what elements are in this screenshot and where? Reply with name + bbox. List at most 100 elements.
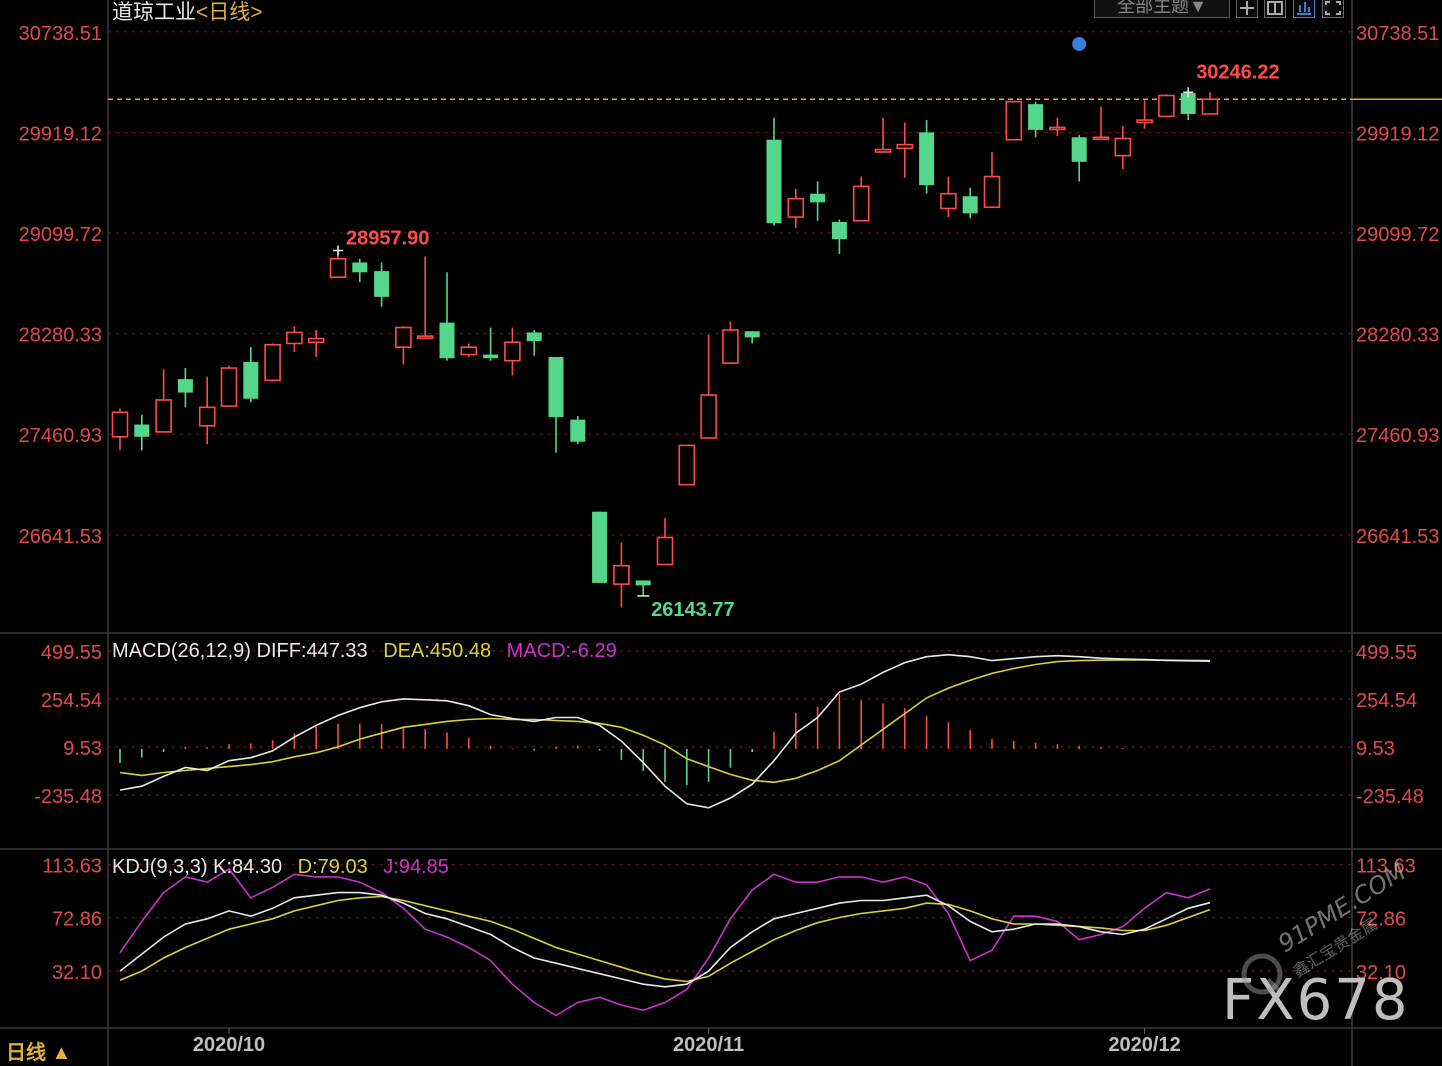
kdj-y-tick-left: 113.63 <box>42 855 102 877</box>
candle-body-down <box>1028 104 1044 130</box>
candle <box>1005 100 1023 141</box>
candle <box>678 444 696 486</box>
kdj-legend-title: KDJ(9,3,3) <box>112 856 208 878</box>
candle-body-up <box>940 192 957 210</box>
layout-icon[interactable] <box>1264 0 1286 18</box>
fullscreen-icon-glyph <box>1325 1 1341 15</box>
price-y-tick-right: 27460.93 <box>1356 425 1439 447</box>
price-y-tick-right: 29099.72 <box>1356 224 1439 246</box>
candle-body-up <box>613 564 630 585</box>
kdj-legend-k: K:84.30 <box>213 856 283 878</box>
candle <box>592 511 608 583</box>
candle-body-up <box>264 343 281 382</box>
high-annotation-label: 28957.90 <box>346 227 429 249</box>
date-tick-label: 2020/12 <box>1108 1034 1180 1056</box>
candle-body-up <box>852 185 870 222</box>
kdj-legend-d: D:79.03 <box>297 856 368 878</box>
macd-y-tick-right: 9.53 <box>1356 738 1395 760</box>
macd-y-tick-left: 9.53 <box>63 738 102 760</box>
macd-y-tick-left: 254.54 <box>41 690 102 712</box>
candle-body-down <box>919 132 935 186</box>
candle-body-down <box>134 424 150 437</box>
candle-body-up <box>329 257 347 279</box>
price-y-tick-right: 30738.51 <box>1356 23 1439 45</box>
kdj-legend: KDJ(9,3,3) K:84.30 D:79.03 J:94.85 <box>112 856 449 879</box>
candle-body-up <box>286 331 303 345</box>
kdj-y-tick-left: 72.86 <box>52 909 102 931</box>
macd-y-tick-left: 499.55 <box>41 642 102 664</box>
crosshair-icon-glyph <box>1240 1 1254 15</box>
candle-body-up <box>1005 100 1023 141</box>
candle-body-down <box>374 271 390 297</box>
candle-body-up <box>722 329 739 364</box>
candle-body-up <box>1114 137 1132 157</box>
candle-body-up <box>983 175 1001 209</box>
candle-body-up <box>395 326 412 348</box>
candle-body-down <box>831 221 847 240</box>
fullscreen-icon[interactable] <box>1322 0 1344 18</box>
candle-body-down <box>548 357 564 418</box>
date-tick-label: 2020/11 <box>673 1034 744 1056</box>
price-y-tick-left: 27460.93 <box>19 425 102 447</box>
chart-title: 道琼工业<日线> <box>112 0 263 26</box>
date-tick-label: 2020/10 <box>193 1034 265 1056</box>
candle-body-up <box>874 148 892 153</box>
candle-body-up <box>198 406 216 427</box>
macd-legend-dea: DEA:450.48 <box>383 640 492 662</box>
candle-body-down <box>1071 137 1087 162</box>
candle <box>1158 94 1175 118</box>
candle-body-down <box>526 332 542 342</box>
event-marker-dot <box>1072 36 1087 51</box>
candle-body-down <box>962 196 978 214</box>
candle <box>570 415 586 445</box>
price-y-tick-left: 29099.72 <box>19 224 102 246</box>
chart-stage: 30738.51 30738.51 29919.12 29919.12 29099.72… <box>0 0 1442 1066</box>
period-label: <日线> <box>196 1 263 24</box>
period-selector[interactable]: 日线 ▲ <box>6 1036 71 1065</box>
candle-body-up <box>678 444 696 486</box>
macd-y-tick-right: 254.54 <box>1356 690 1417 712</box>
kdj-y-tick-left: 32.10 <box>52 962 102 984</box>
candle-body-up <box>1136 119 1153 124</box>
watermark-logo-icon <box>1241 953 1283 995</box>
chart-type-icon[interactable] <box>1293 0 1315 18</box>
price-y-tick-right: 26641.53 <box>1356 526 1439 548</box>
candle-body-down <box>177 379 193 393</box>
candle <box>264 343 281 382</box>
price-y-tick-right: 29919.12 <box>1356 123 1439 145</box>
macd-legend-diff: DIFF:447.33 <box>256 640 368 662</box>
macd-legend-macd: MACD:-6.29 <box>506 640 617 662</box>
candle-body-down <box>243 361 259 399</box>
candle-body-up <box>111 411 129 438</box>
price-y-tick-left: 28280.33 <box>19 325 102 347</box>
theme-selector-button[interactable]: 全部主题▼ <box>1094 0 1230 18</box>
price-y-tick-left: 30738.51 <box>19 23 102 45</box>
macd-y-tick-right: 499.55 <box>1356 642 1417 664</box>
kdj-legend-j: J:94.85 <box>383 856 449 878</box>
candle-body-up <box>787 197 805 218</box>
candle-body-down <box>744 331 760 338</box>
candle-body-up <box>1201 98 1219 115</box>
last-annotation-label: 30246.22 <box>1196 61 1279 83</box>
candle-body-up <box>896 143 914 150</box>
candle-body-up <box>220 367 238 407</box>
candle-body-up <box>656 536 674 566</box>
candle-body-down <box>439 322 455 359</box>
candle-body-down <box>592 511 608 583</box>
candle-body-down <box>766 139 782 224</box>
candle-body-down <box>810 193 826 203</box>
crosshair-icon[interactable] <box>1236 0 1258 18</box>
price-y-tick-left: 29919.12 <box>19 123 102 145</box>
macd-legend: MACD(26,12,9) DIFF:447.33 DEA:450.48 MAC… <box>112 640 617 663</box>
candle-body-down <box>570 419 586 442</box>
layout-icon-glyph <box>1267 1 1283 15</box>
instrument-name: 道琼工业 <box>112 1 196 24</box>
candle-body-up <box>1092 136 1110 141</box>
candle-body-down <box>483 354 499 359</box>
candle-body-up <box>700 394 717 439</box>
price-y-tick-left: 26641.53 <box>19 526 102 548</box>
price-y-tick-right: 28280.33 <box>1356 325 1439 347</box>
candle-body-up <box>155 399 172 433</box>
chart-type-icon-glyph <box>1297 2 1311 15</box>
candle-body-up <box>460 346 478 356</box>
